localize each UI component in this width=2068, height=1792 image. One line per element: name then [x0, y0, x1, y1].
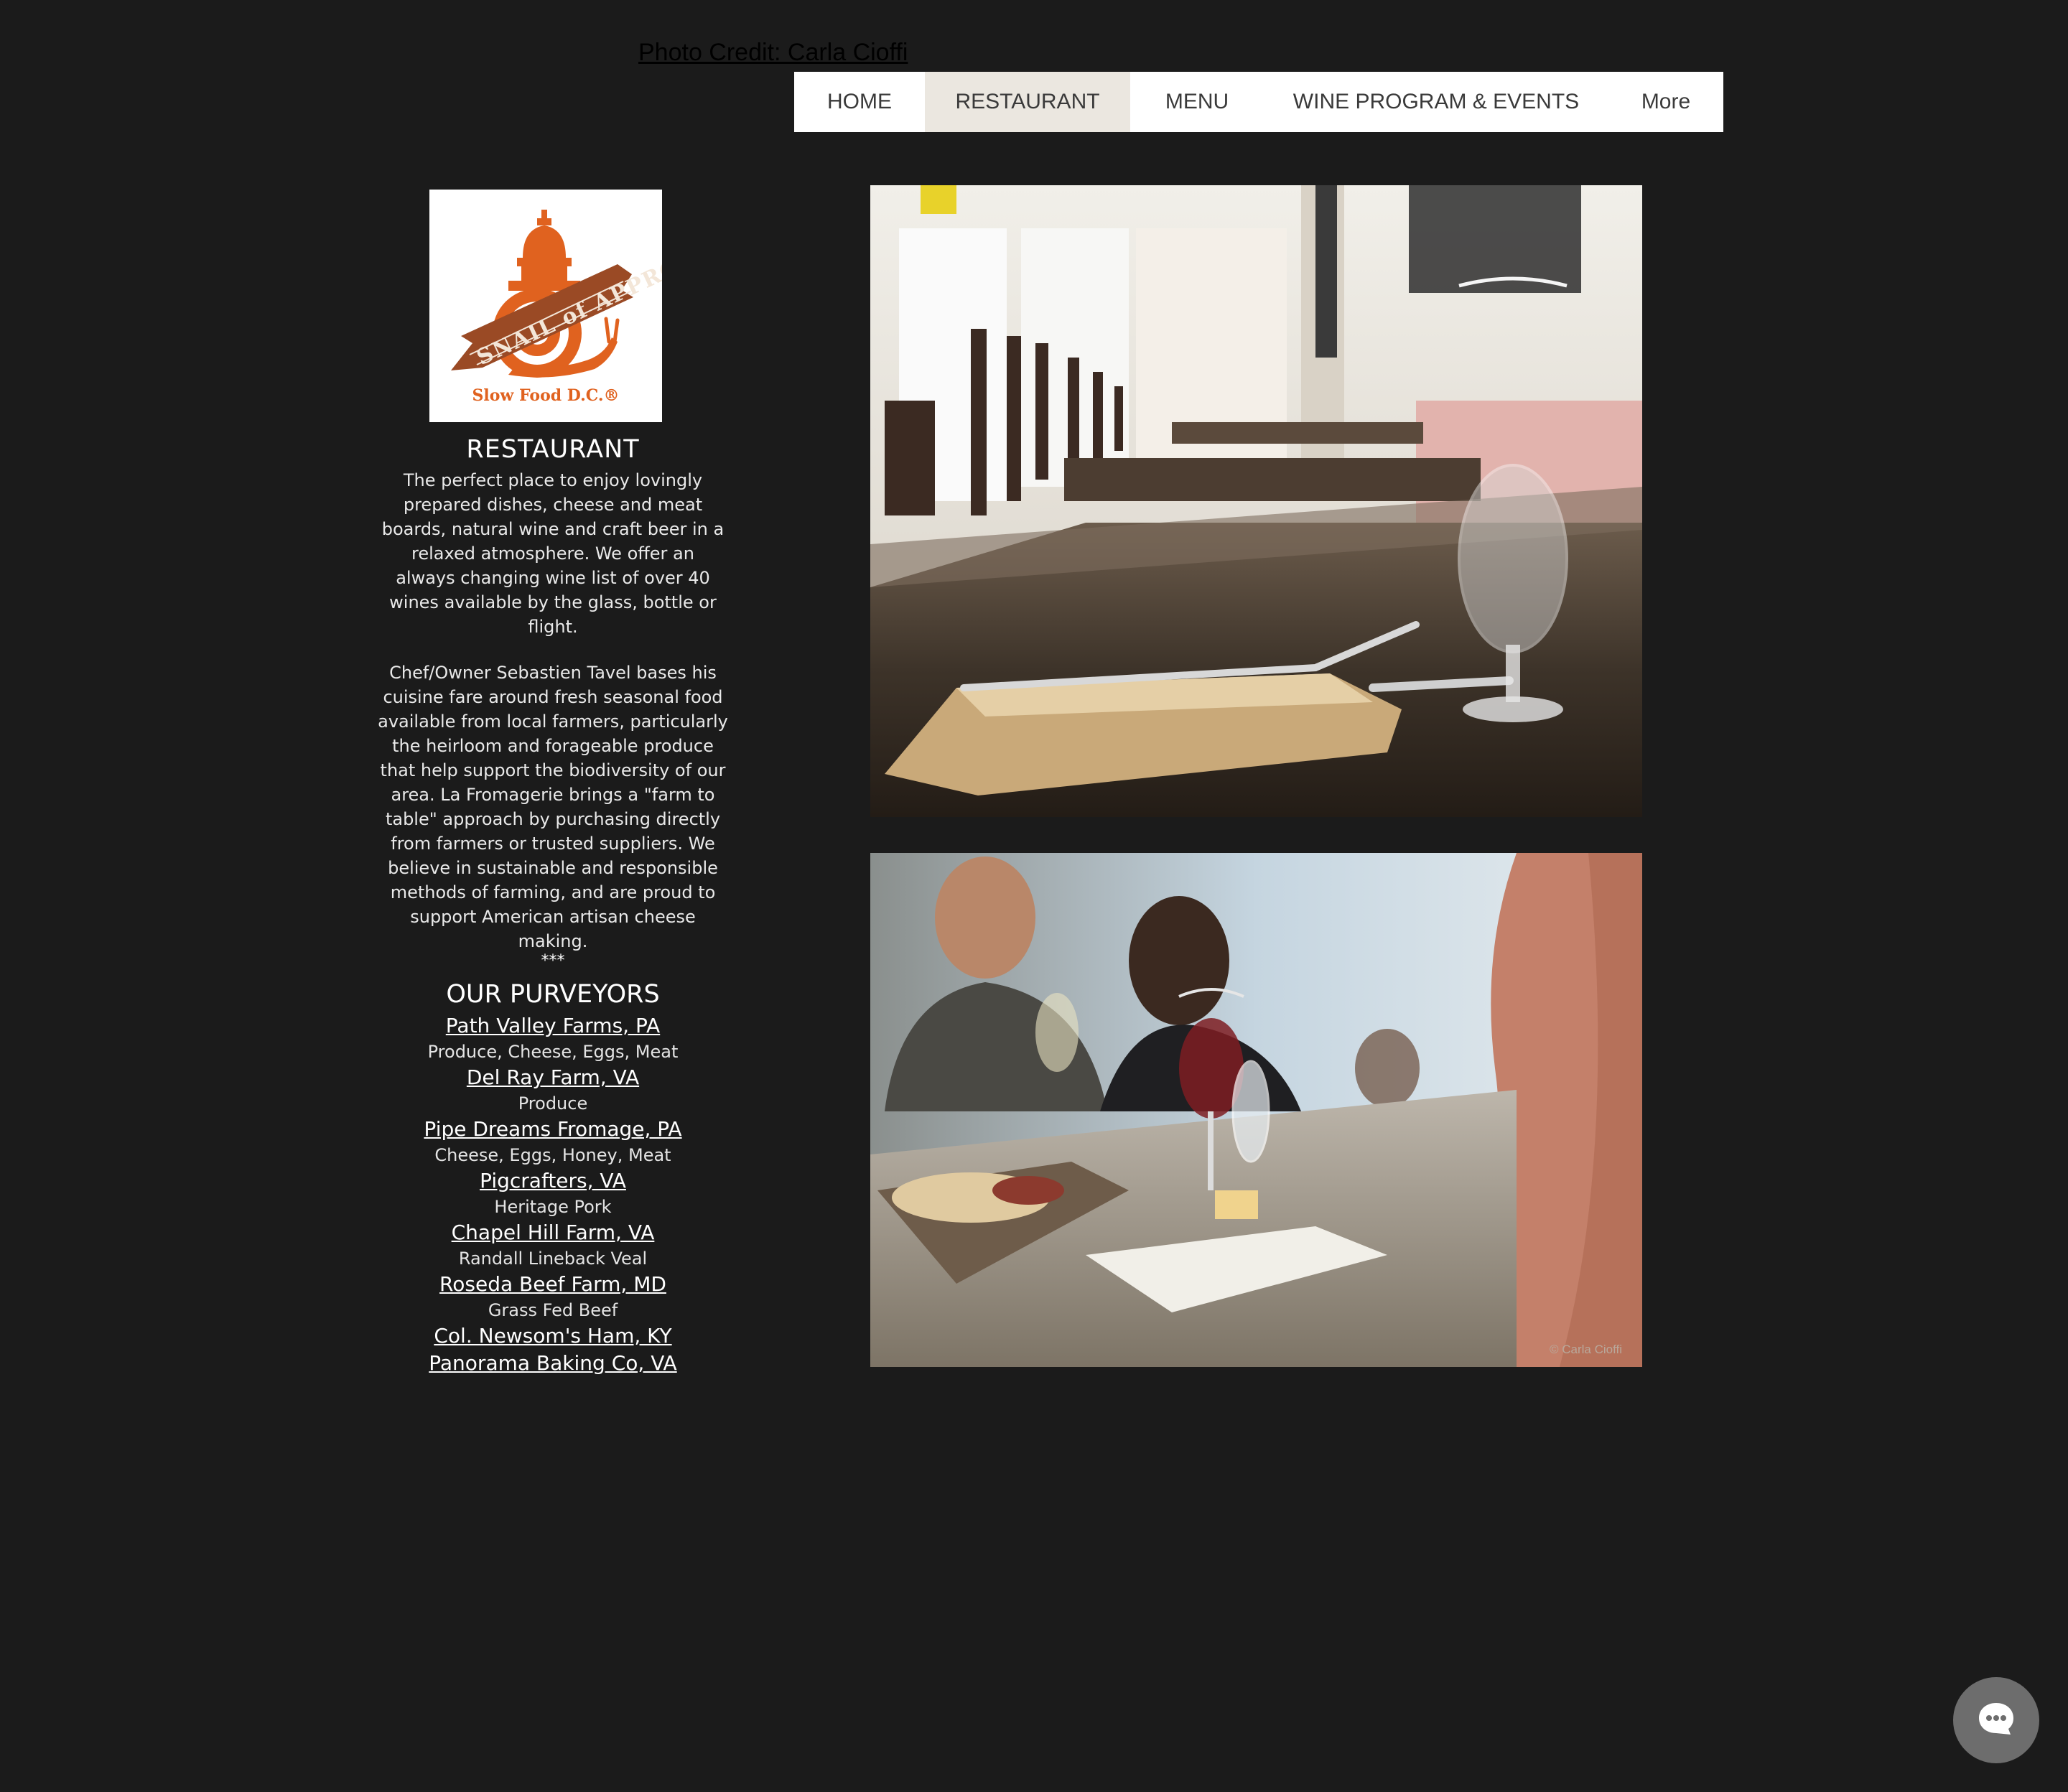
restaurant-sidebar: RESTAURANT The perfect place to enjoy lo…	[352, 431, 754, 1377]
dining-room-photo	[870, 185, 1642, 817]
chat-bubble-icon	[1976, 1699, 2016, 1742]
guests-wine-photo	[870, 853, 1642, 1367]
purveyor-desc: Grass Fed Beef	[488, 1300, 618, 1320]
purveyor-desc: Produce, Cheese, Eggs, Meat	[427, 1042, 679, 1062]
section-separator: ***	[541, 952, 565, 970]
main-nav: HOME RESTAURANT MENU WINE PROGRAM & EVEN…	[794, 72, 1723, 132]
snail-of-approval-logo: SNAIL of APPROVAL Slow Food D.C.®	[429, 190, 731, 422]
purveyor-link-chapel-hill-farm[interactable]: Chapel Hill Farm, VA	[452, 1219, 655, 1246]
photo-credit-link[interactable]: Photo Credit: Carla Cioffi	[638, 39, 908, 67]
purveyor-link-panorama-baking[interactable]: Panorama Baking Co, VA	[429, 1350, 676, 1377]
nav-item-menu[interactable]: MENU	[1130, 72, 1264, 132]
nav-item-wine-program-events[interactable]: WINE PROGRAM & EVENTS	[1264, 72, 1608, 132]
restaurant-about-text: Chef/Owner Sebastien Tavel bases his cui…	[378, 663, 728, 951]
purveyor-link-del-ray-farm[interactable]: Del Ray Farm, VA	[467, 1064, 639, 1091]
purveyors-title: OUR PURVEYORS	[446, 980, 660, 1009]
purveyor-desc: Heritage Pork	[494, 1197, 612, 1217]
purveyor-desc: Randall Lineback Veal	[458, 1249, 648, 1269]
purveyor-link-roseda-beef-farm[interactable]: Roseda Beef Farm, MD	[439, 1271, 666, 1298]
purveyor-desc: Cheese, Eggs, Honey, Meat	[434, 1145, 671, 1165]
purveyor-link-path-valley-farms[interactable]: Path Valley Farms, PA	[446, 1012, 660, 1040]
photo-copyright: © Carla Cioffi	[1550, 1343, 1623, 1356]
nav-item-restaurant[interactable]: RESTAURANT	[925, 72, 1130, 132]
purveyor-link-pipe-dreams-fromage[interactable]: Pipe Dreams Fromage, PA	[424, 1116, 681, 1143]
restaurant-intro-text: The perfect place to enjoy lovingly prep…	[381, 470, 725, 637]
nav-item-more[interactable]: More	[1608, 72, 1723, 132]
purveyor-link-pigcrafters[interactable]: Pigcrafters, VA	[480, 1167, 626, 1195]
restaurant-title: RESTAURANT	[466, 435, 640, 464]
logo-org-text: Slow Food D.C.®	[472, 386, 619, 405]
chat-widget-button[interactable]	[1953, 1677, 2039, 1763]
nav-item-home[interactable]: HOME	[794, 72, 925, 132]
purveyor-desc: Produce	[518, 1093, 588, 1114]
purveyor-link-col-newsoms-ham[interactable]: Col. Newsom's Ham, KY	[434, 1322, 671, 1350]
